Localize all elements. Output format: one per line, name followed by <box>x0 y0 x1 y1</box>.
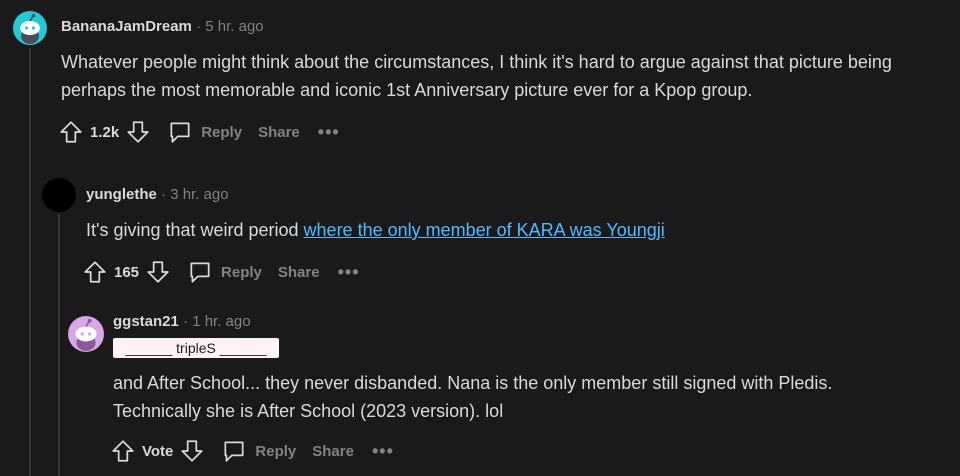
timestamp[interactable]: 1 hr. ago <box>192 313 250 330</box>
comment-actions: 1.2k Reply Share ••• <box>58 118 340 146</box>
comment-actions: 165 Reply Share ••• <box>82 258 360 286</box>
reply-button[interactable]: Reply <box>167 119 242 145</box>
username[interactable]: ggstan21 <box>113 313 179 330</box>
comment-link[interactable]: where the only member of KARA was Youngj… <box>304 220 665 240</box>
username[interactable]: BananaJamDream <box>61 18 192 35</box>
share-button[interactable]: Share <box>278 264 320 281</box>
reply-label: Reply <box>221 263 262 281</box>
downvote-icon[interactable] <box>125 119 151 145</box>
reply-button[interactable]: Reply <box>187 259 262 285</box>
comment-bubble-icon <box>190 262 210 283</box>
comment-body: It's giving that weird period where the … <box>86 216 946 244</box>
thread-line-2[interactable] <box>58 214 60 476</box>
comment-meta: ggstan21 · 1 hr. ago <box>113 313 251 330</box>
avatar[interactable] <box>13 11 47 45</box>
avatar[interactable] <box>68 316 104 352</box>
upvote-icon[interactable] <box>110 438 136 464</box>
reply-button[interactable]: Reply <box>221 438 296 464</box>
comment-bubble-icon <box>224 441 244 462</box>
more-options-button[interactable]: ••• <box>318 122 340 143</box>
user-flair: ______ tripleS ______ <box>113 338 279 358</box>
timestamp[interactable]: 5 hr. ago <box>205 18 263 35</box>
upvote-icon[interactable] <box>58 119 84 145</box>
comment-body: Whatever people might think about the ci… <box>61 52 892 100</box>
comment-text-line: Technically she is After School (2023 ve… <box>113 401 504 421</box>
comment-bubble-icon <box>170 122 190 143</box>
separator-dot: · <box>183 313 189 330</box>
comment-meta: yunglethe · 3 hr. ago <box>86 186 229 203</box>
share-button[interactable]: Share <box>258 124 300 141</box>
reply-label: Reply <box>201 123 243 141</box>
separator-dot: · <box>196 18 202 35</box>
vote-count: 1.2k <box>90 123 120 141</box>
snoo-avatar-icon <box>75 318 97 351</box>
comment-text: It's giving that weird period <box>86 220 304 240</box>
comment-meta: BananaJamDream · 5 hr. ago <box>61 18 264 35</box>
reply-label: Reply <box>255 442 297 460</box>
comment-body: and After School... they never disbanded… <box>113 369 953 425</box>
downvote-icon[interactable] <box>145 259 171 285</box>
comment-actions: Vote Reply Share ••• <box>110 437 394 465</box>
timestamp[interactable]: 3 hr. ago <box>170 186 228 203</box>
more-options-button[interactable]: ••• <box>338 262 360 283</box>
avatar[interactable] <box>42 178 76 212</box>
comment-text-line: and After School... they never disbanded… <box>113 373 833 393</box>
thread-line-1[interactable] <box>29 48 31 476</box>
separator-dot: · <box>161 186 167 203</box>
share-button[interactable]: Share <box>312 443 354 460</box>
vote-count: Vote <box>142 442 174 460</box>
username[interactable]: yunglethe <box>86 186 157 203</box>
snoo-avatar-icon <box>20 13 40 44</box>
upvote-icon[interactable] <box>82 259 108 285</box>
downvote-icon[interactable] <box>179 438 205 464</box>
more-options-button[interactable]: ••• <box>372 441 394 462</box>
vote-count: 165 <box>114 263 140 281</box>
